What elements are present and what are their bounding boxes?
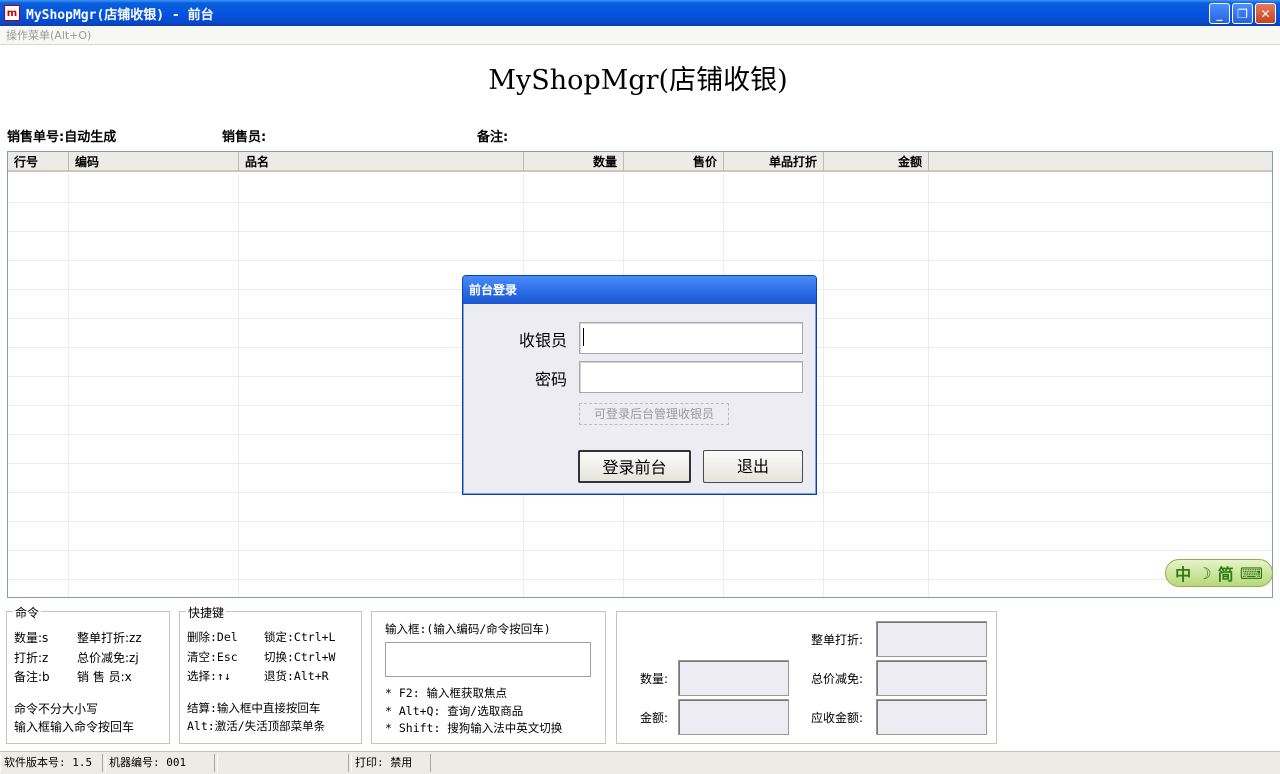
grid-header: 行号 编码 品名 数量 售价 单品打折 金额 [8,152,1272,172]
col-row-number[interactable]: 行号 [8,152,69,172]
cmd-salesperson: 销 售 员:x [77,670,132,684]
shortcut-switch: 切换:Ctrl+W [264,650,336,664]
cashier-label: 收银员 [518,331,567,350]
close-button[interactable]: ✕ [1255,3,1276,24]
password-input[interactable] [579,361,803,393]
shortcut-menu-toggle: Alt:激活/失活顶部菜单条 [187,719,326,733]
restore-button[interactable]: ❐ [1232,3,1253,24]
command-input[interactable] [385,642,591,677]
commands-panel: 命令 数量:s 整单打折:zz 打折:z 总价减免:zj 备注:b 销 售 员:… [6,604,170,744]
login-button[interactable]: 登录前台 [578,450,691,483]
app-icon[interactable]: m [4,5,20,21]
status-print: 打印: 禁用 [351,754,431,772]
backend-cashier-hint[interactable]: 可登录后台管理收银员 [579,403,729,425]
cmd-enter-note: 输入框输入命令按回车 [14,720,135,734]
status-bar: 软件版本号: 1.5 机器编号: 001 打印: 禁用 [0,751,1280,774]
ime-toolbar[interactable]: 中 ☽ 简 ⌨ [1165,559,1273,587]
cmd-quantity: 数量:s [14,631,49,645]
menu-bar: 操作菜单(Alt+O) [0,26,1280,45]
whole-discount-box [876,621,987,657]
status-machine: 机器编号: 001 [105,754,215,772]
ime-simplified[interactable]: 简 [1218,561,1234,585]
page-title: MyShopMgr(店铺收银) [488,65,788,96]
password-label: 密码 [534,370,567,389]
total-reduction-label: 总价减免: [811,672,864,686]
col-quantity[interactable]: 数量 [524,152,624,172]
cmd-whole-discount: 整单打折:zz [77,631,142,645]
title-bar[interactable]: m MyShopMgr(店铺收银) - 前台 _ ❐ ✕ [0,0,1280,26]
minimize-button[interactable]: _ [1209,3,1230,24]
summary-panel: 数量: 金额: 整单打折: 总价减免: 应收金额: [616,611,997,744]
shortcut-delete: 删除:Del [187,630,238,644]
input-panel-label: 输入框:(输入编码/命令按回车) [385,622,551,636]
shortcuts-legend: 快捷键 [186,604,227,621]
cmd-remark: 备注:b [14,670,50,684]
cmd-discount: 打折:z [14,651,49,665]
tip-f2: * F2: 输入框获取焦点 [385,686,508,700]
commands-legend: 命令 [13,604,42,621]
quantity-box [678,660,789,696]
col-code[interactable]: 编码 [69,152,239,172]
salesperson-label: 销售员: [222,130,267,145]
ime-chinese-mode[interactable]: 中 [1175,561,1191,585]
whole-discount-label: 整单打折: [811,633,864,647]
shortcut-return: 退货:Alt+R [264,669,329,683]
amount-label: 金额: [640,711,669,725]
cmd-total-reduction: 总价减免:zj [77,651,139,665]
col-price[interactable]: 售价 [624,152,724,172]
quantity-label: 数量: [640,672,669,686]
keyboard-icon[interactable]: ⌨ [1240,564,1263,583]
tip-shift: * Shift: 搜狗输入法中英文切换 [385,721,563,735]
col-name[interactable]: 品名 [239,152,524,172]
shortcut-select: 选择:↑↓ [187,669,231,683]
tip-alt-q: * Alt+Q: 查询/选取商品 [385,704,524,718]
moon-icon[interactable]: ☽ [1197,564,1211,583]
window-title: MyShopMgr(店铺收银) - 前台 [26,7,214,23]
shortcut-checkout: 结算:输入框中直接按回车 [187,701,321,715]
shortcuts-panel: 快捷键 删除:Del 锁定:Ctrl+L 清空:Esc 切换:Ctrl+W 选择… [179,604,362,744]
status-version: 软件版本号: 1.5 [0,754,103,772]
receivable-label: 应收金额: [811,711,864,725]
menu-operations[interactable]: 操作菜单(Alt+O) [6,29,91,42]
cashier-input[interactable] [579,322,803,354]
shortcut-lock: 锁定:Ctrl+L [264,630,336,644]
shortcut-clear: 清空:Esc [187,650,238,664]
cmd-case-note: 命令不分大小写 [14,702,99,716]
col-amount[interactable]: 金额 [824,152,929,172]
amount-box [678,699,789,735]
order-number-label: 销售单号:自动生成 [7,130,117,145]
total-reduction-box [876,660,987,696]
exit-button[interactable]: 退出 [703,450,803,483]
login-dialog: 前台登录 收银员 密码 可登录后台管理收银员 登录前台 退出 [462,275,817,495]
status-blank [217,754,349,772]
input-panel: 输入框:(输入编码/命令按回车) * F2: 输入框获取焦点 * Alt+Q: … [371,611,606,744]
remark-label: 备注: [477,130,509,145]
col-item-discount[interactable]: 单品打折 [724,152,824,172]
receivable-box [876,699,987,735]
dialog-title[interactable]: 前台登录 [463,276,816,304]
